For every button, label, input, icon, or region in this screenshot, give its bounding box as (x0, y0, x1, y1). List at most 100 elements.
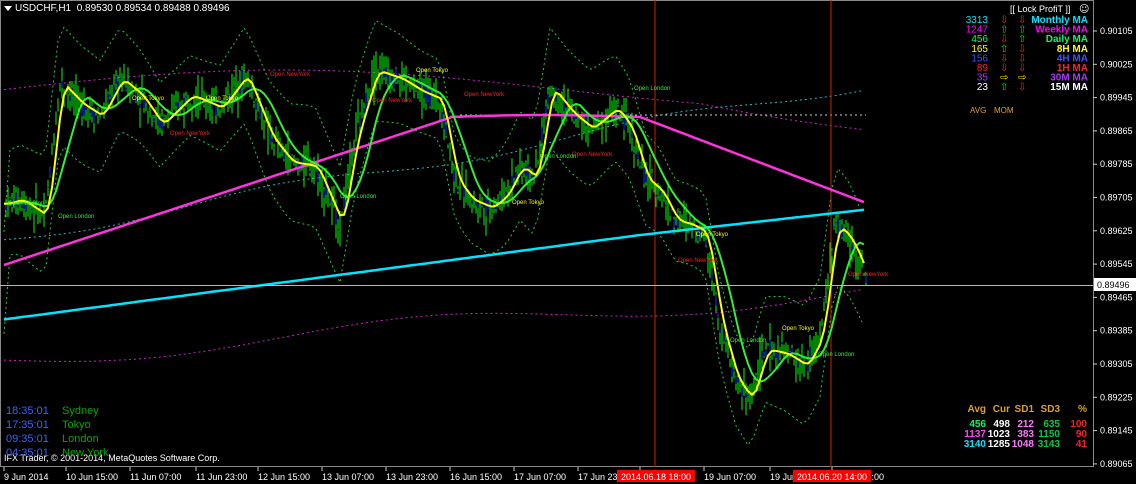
time-tick-label: 11 Jun 07:00 (130, 472, 181, 482)
candle-body (821, 319, 823, 324)
time-tick-label: 9 Jun 2014 (4, 472, 49, 482)
ohlc-values: 0.89530 0.89534 0.89488 0.89496 (76, 3, 230, 14)
session-open-label-newyork: Open NewYork (848, 272, 889, 278)
candle-body (55, 121, 57, 123)
candle-body (597, 117, 599, 119)
current-price-value: 0.89496 (1097, 280, 1130, 290)
price-tick-label: 0.89705 (1100, 193, 1133, 203)
candle-body (439, 104, 441, 110)
candle-body (119, 78, 121, 80)
candle-body (457, 189, 459, 192)
session-clock-time: 17:35:01 (6, 419, 49, 431)
candle-body (823, 299, 825, 302)
candle-body (731, 366, 733, 377)
time-tick-label: 16 Jun 15:00 (450, 472, 502, 482)
candle-body (151, 116, 153, 124)
candle-body (511, 175, 513, 189)
candle-body (153, 118, 155, 121)
price-tick-label: 0.89625 (1100, 226, 1133, 236)
candle-body (493, 207, 495, 209)
candle-body (817, 344, 819, 346)
candle-body (77, 93, 79, 110)
session-clock-name: London (62, 433, 99, 445)
candle-body (469, 195, 471, 203)
candle-body (477, 204, 479, 209)
stats-cell: 1285 (988, 439, 1011, 450)
candle-body (661, 197, 663, 199)
candle-body (415, 89, 417, 91)
candle-body (405, 77, 407, 88)
candle-body (95, 113, 97, 116)
avg-label: AVG (970, 106, 986, 115)
session-open-label-tokyo: Open Tokyo (512, 200, 545, 206)
candle-body (589, 127, 591, 129)
candle-body (837, 218, 839, 236)
candle-body (85, 107, 87, 111)
candle-body (729, 359, 731, 366)
candle-body (427, 89, 429, 102)
candle-body (745, 392, 747, 398)
candle-body (541, 127, 543, 143)
candle-body (749, 397, 751, 403)
candle-body (519, 163, 521, 166)
candle-body (475, 202, 477, 206)
candle-body (49, 167, 51, 177)
mom-label: MOM (994, 106, 1014, 115)
chart-title[interactable]: USDCHF,H1 0.89530 0.89534 0.89488 0.8949… (4, 3, 230, 14)
candle-body (59, 83, 61, 85)
candle-body (193, 102, 195, 106)
event-marker-label: 2014.06.20 14:00 (797, 472, 867, 482)
candle-body (609, 106, 611, 109)
candle-body (673, 219, 675, 228)
event-marker-label: 2014.06.18 18:00 (621, 472, 691, 482)
candle-body (67, 92, 69, 94)
candle-body (591, 128, 593, 133)
session-open-label-newyork: Open NewYork (572, 152, 613, 158)
candle-body (815, 336, 817, 348)
candle-body (175, 102, 177, 106)
candle-body (257, 104, 259, 109)
stats-header: % (1078, 404, 1087, 415)
candle-body (323, 189, 325, 199)
candle-body (561, 102, 563, 106)
price-tick-label: 0.89225 (1100, 392, 1133, 402)
candle-body (161, 116, 163, 130)
candle-body (835, 221, 837, 223)
candle-body (447, 143, 449, 145)
candle-body (559, 106, 561, 108)
time-tick-label: 11 Jun 23:00 (196, 472, 247, 482)
candle-body (375, 64, 377, 80)
ma-label: 15M MA (1050, 82, 1088, 93)
session-open-label-tokyo: Open Tokyo (782, 326, 815, 332)
time-tick-label: 13 Jun 23:00 (386, 472, 438, 482)
current-price-tag: 0.89496 (1094, 278, 1136, 291)
candle-body (93, 110, 95, 124)
candle-body (37, 215, 39, 221)
candle-body (647, 182, 649, 187)
time-tick-label: 10 Jun 15:00 (66, 472, 118, 482)
candle-body (91, 105, 93, 117)
candle-body (851, 243, 853, 252)
price-chart[interactable]: Open London Open London Open Tokyo Open New… (0, 0, 1136, 484)
stats-cell: 1048 (1012, 439, 1035, 450)
candle-body (201, 91, 203, 96)
candle-body (757, 365, 759, 381)
time-tick-label: 19 Jun 07:00 (704, 472, 756, 482)
stats-header: Avg (967, 404, 986, 415)
price-tick-label: 0.89465 (1100, 292, 1133, 302)
candle-body (611, 102, 613, 109)
stats-cell: 41 (1076, 439, 1088, 450)
candle-body (445, 124, 447, 137)
session-open-label-london: Open London (8, 201, 44, 207)
stats-cell: 3140 (964, 439, 987, 450)
chevron-down-icon[interactable] (4, 5, 12, 11)
candle-body (725, 340, 727, 342)
candle-body (407, 83, 409, 85)
candle-body (735, 376, 737, 384)
price-tick-label: 0.89945 (1100, 93, 1133, 103)
candle-body (485, 198, 487, 217)
session-open-label-london: Open London (58, 214, 94, 220)
session-open-label-newyork: Open NewYork (372, 98, 413, 104)
session-open-label-london: Open London (818, 352, 854, 358)
candle-body (747, 394, 749, 397)
